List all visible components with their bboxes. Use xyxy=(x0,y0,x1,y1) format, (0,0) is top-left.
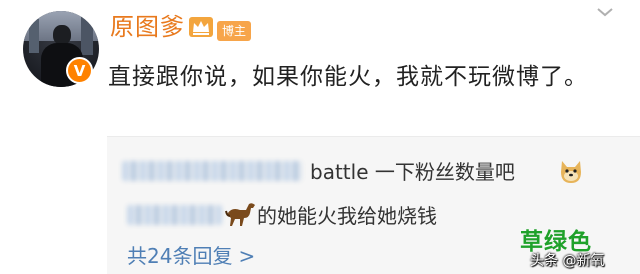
reply-text: 的她能火我给她烧钱 xyxy=(257,204,437,228)
chevron-right-icon: > xyxy=(238,244,256,268)
view-replies-link[interactable]: 共24条回复 > xyxy=(127,243,255,269)
reply-text: battle 一下粉丝数量吧 xyxy=(310,160,515,184)
chevron-down-icon[interactable] xyxy=(596,6,614,18)
horse-icon xyxy=(225,203,255,226)
watermark-source: 头条 @新氧 xyxy=(530,253,605,269)
reply-count-label: 共24条回复 xyxy=(127,244,233,268)
doge-icon xyxy=(561,161,581,183)
role-badge: 博主 xyxy=(217,21,252,41)
crown-icon xyxy=(189,17,213,37)
username[interactable]: 原图爹 xyxy=(110,12,185,42)
blurred-username xyxy=(122,161,302,181)
blurred-username xyxy=(127,205,222,225)
verified-badge-icon: V xyxy=(66,57,93,84)
comment-text: 直接跟你说，如果你能火，我就不玩微博了。 xyxy=(108,64,588,90)
